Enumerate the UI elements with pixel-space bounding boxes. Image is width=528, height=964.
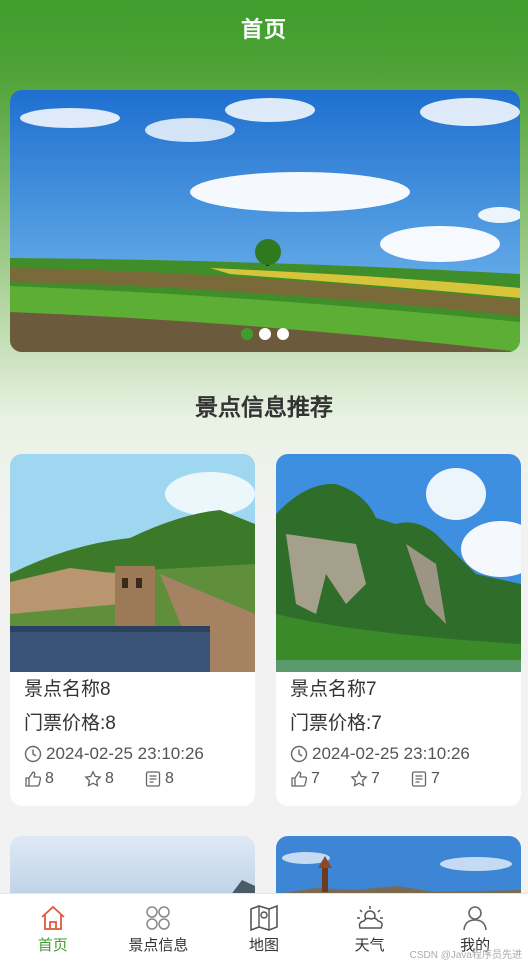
star-icon [84,770,102,787]
carousel-dot[interactable] [259,328,271,340]
tab-home[interactable]: 首页 [0,894,106,964]
time-text: 2024-02-25 23:10:26 [46,744,204,763]
comment-count: 8 [165,770,174,787]
tab-label: 景点信息 [128,936,189,954]
comment-icon [145,771,161,787]
scenic-image [10,454,255,672]
comment-stat[interactable]: 8 [144,770,204,788]
favorite-stat[interactable]: 8 [84,770,144,788]
star-icon [350,770,368,787]
grid-icon [146,905,171,930]
tab-map[interactable]: 地图 [211,894,317,964]
tab-scenic-info[interactable]: 景点信息 [106,894,212,964]
ticket-price: 门票价格:8 [24,713,116,734]
map-icon [250,904,278,931]
weather-icon [356,905,383,929]
comment-stat[interactable]: 7 [410,770,470,788]
tab-weather[interactable]: 天气 [317,894,423,964]
like-count: 8 [45,770,54,787]
favorite-count: 8 [105,770,114,787]
tab-label: 天气 [354,936,385,954]
card-stats: 7 7 7 [290,770,507,788]
scenic-name: 景点名称8 [24,679,111,700]
favorite-stat[interactable]: 7 [350,770,410,788]
scenic-name: 景点名称7 [290,679,377,700]
like-stat[interactable]: 7 [290,770,350,788]
clock-icon [24,745,42,763]
carousel-dot[interactable] [277,328,289,340]
ticket-price: 门票价格:7 [290,713,382,734]
home-icon [41,905,65,930]
carousel-indicator [10,328,520,340]
like-count: 7 [311,770,320,787]
favorite-count: 7 [371,770,380,787]
page-title: 首页 [240,17,287,42]
page-header: 首页 [0,0,528,56]
thumbs-up-icon [291,771,308,787]
tab-label: 首页 [37,936,68,954]
publish-time: 2024-02-25 23:10:26 [24,744,241,764]
carousel-dot[interactable] [241,328,253,340]
like-stat[interactable]: 8 [24,770,84,788]
user-icon [463,905,487,930]
time-text: 2024-02-25 23:10:26 [312,744,470,763]
banner-carousel[interactable] [10,90,520,352]
thumbs-up-icon [25,771,42,787]
publish-time: 2024-02-25 23:10:26 [290,744,507,764]
scenic-card[interactable]: 景点名称7 门票价格:7 2024-02-25 23:10:26 7 7 7 [276,454,521,806]
scenic-image [276,454,521,672]
clock-icon [290,745,308,763]
tab-label: 地图 [248,936,279,954]
section-title: 景点信息推荐 [195,394,333,420]
scenic-card[interactable]: 景点名称8 门票价格:8 2024-02-25 23:10:26 8 8 8 [10,454,255,806]
watermark: CSDN @Java程序员先进 [409,950,522,961]
banner-image [10,90,520,352]
comment-count: 7 [431,770,440,787]
card-stats: 8 8 8 [24,770,241,788]
comment-icon [411,771,427,787]
